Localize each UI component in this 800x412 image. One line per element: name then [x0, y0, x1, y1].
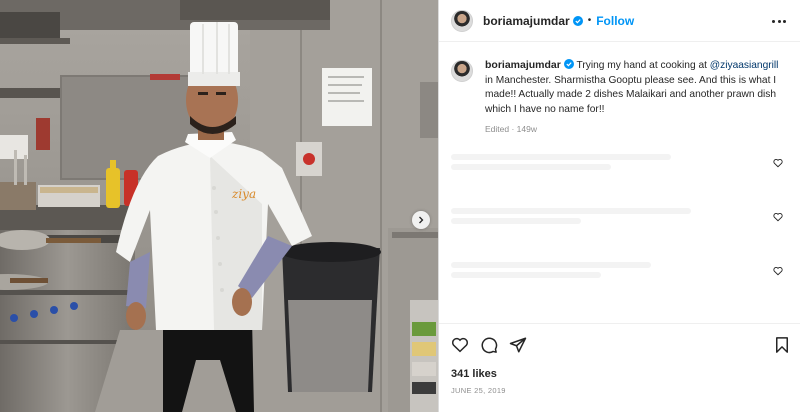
caption-body: boriamajumdar Trying my hand at cooking …	[485, 58, 789, 137]
post-side-panel: boriamajumdar • Follow boriamajumdar Try…	[438, 0, 800, 412]
bookmark-icon[interactable]	[773, 336, 791, 354]
post-actions: 341 likes JUNE 25, 2019	[439, 323, 800, 412]
jacket-logo: ziya	[231, 187, 256, 201]
blurred-comment	[451, 154, 671, 160]
verified-badge-icon	[572, 15, 583, 26]
paper-plane-icon[interactable]	[509, 336, 527, 354]
post-caption: boriamajumdar Trying my hand at cooking …	[451, 58, 791, 137]
blurred-comment	[451, 164, 611, 170]
post-photo[interactable]: ziya	[0, 0, 438, 412]
follow-button[interactable]: Follow	[596, 14, 634, 28]
heart-icon[interactable]	[773, 158, 783, 168]
header-username[interactable]: boriamajumdar	[483, 14, 570, 28]
carousel-next-button[interactable]	[412, 211, 430, 229]
chevron-right-icon	[419, 216, 424, 224]
kitchen-scene: ziya	[0, 0, 438, 412]
caption-mention-link[interactable]: @ziyaasiangrill	[710, 60, 779, 71]
likes-count[interactable]: 341 likes	[451, 368, 497, 380]
heart-icon[interactable]	[773, 266, 783, 276]
blurred-comment	[451, 208, 691, 214]
verified-badge-icon	[563, 59, 574, 69]
blurred-comment	[451, 272, 601, 278]
caption-username[interactable]: boriamajumdar	[485, 59, 561, 71]
comment-row	[451, 258, 791, 284]
post-header: boriamajumdar • Follow	[439, 0, 800, 42]
heart-icon[interactable]	[451, 336, 469, 354]
heart-icon[interactable]	[773, 212, 783, 222]
blurred-comment	[451, 218, 581, 224]
caption-text-before: Trying my hand at cooking at	[576, 60, 710, 71]
caption-text-after: in Manchester. Sharmistha Gooptu please …	[485, 74, 777, 115]
post-date: JUNE 25, 2019	[451, 386, 506, 395]
separator-dot: •	[587, 15, 592, 26]
comment-icon[interactable]	[480, 336, 498, 354]
edited-timestamp: Edited · 149w	[485, 124, 537, 135]
comment-row	[451, 204, 791, 230]
blurred-comment	[451, 262, 651, 268]
caption-avatar[interactable]	[451, 60, 473, 82]
avatar[interactable]	[451, 9, 473, 32]
comment-row	[451, 150, 791, 176]
more-options-icon[interactable]	[772, 14, 786, 28]
